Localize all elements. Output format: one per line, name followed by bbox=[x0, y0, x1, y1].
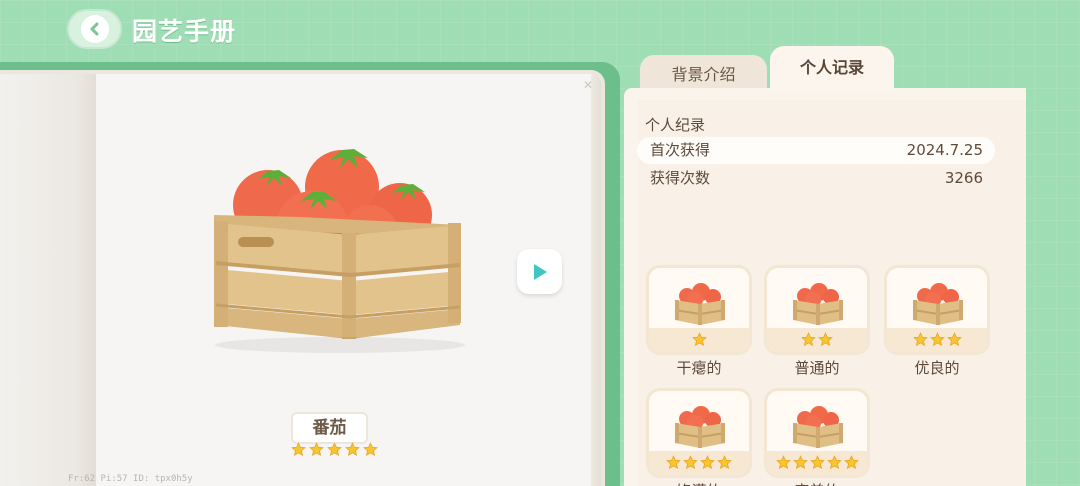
star-icon bbox=[929, 332, 945, 346]
record-key: 获得次数 bbox=[650, 169, 711, 187]
quality-star-rating bbox=[767, 455, 867, 470]
record-section-title: 个人纪录 bbox=[645, 116, 706, 134]
quality-label: 普通的 bbox=[794, 359, 840, 377]
quality-card[interactable] bbox=[764, 265, 870, 355]
book-edge bbox=[591, 74, 601, 486]
tomato-crate-icon bbox=[792, 283, 844, 325]
quality-card[interactable] bbox=[764, 388, 870, 478]
quality-star-rating bbox=[887, 332, 987, 347]
tomato-crate-icon bbox=[912, 283, 964, 325]
star-icon bbox=[843, 455, 859, 469]
quality-label: 干瘪的 bbox=[676, 359, 722, 377]
item-star-rating bbox=[291, 442, 378, 457]
star-icon bbox=[345, 442, 360, 456]
star-icon bbox=[775, 455, 791, 469]
tomato-crate-image bbox=[214, 149, 465, 353]
quality-label: 优良的 bbox=[914, 359, 960, 377]
record-value: 3266 bbox=[944, 169, 983, 187]
corner-mark-icon: ✕ bbox=[582, 78, 593, 92]
quality-star-rating bbox=[649, 455, 749, 470]
star-icon bbox=[327, 442, 342, 456]
tomato-crate-icon bbox=[792, 406, 844, 448]
quality-card[interactable] bbox=[646, 388, 752, 478]
play-arrow-icon bbox=[533, 263, 547, 280]
quality-card[interactable] bbox=[884, 265, 990, 355]
quality-label: 完美的 bbox=[764, 480, 870, 486]
next-item-button[interactable] bbox=[517, 249, 562, 294]
record-row-obtain-count: 获得次数 3266 bbox=[637, 165, 995, 192]
star-icon bbox=[666, 455, 681, 469]
quality-star-rating bbox=[767, 332, 867, 347]
star-icon bbox=[691, 332, 707, 346]
star-icon bbox=[717, 455, 732, 469]
star-icon bbox=[801, 332, 816, 346]
record-key: 首次获得 bbox=[650, 141, 711, 159]
star-icon bbox=[363, 442, 378, 456]
item-name-label: 番茄 bbox=[291, 412, 368, 444]
tomato-crate-icon bbox=[674, 406, 726, 448]
back-circle bbox=[80, 15, 109, 43]
back-button[interactable] bbox=[67, 9, 122, 49]
star-icon bbox=[291, 442, 306, 456]
star-icon bbox=[809, 455, 825, 469]
star-icon bbox=[792, 455, 808, 469]
quality-star-rating bbox=[649, 332, 749, 347]
star-icon bbox=[818, 332, 833, 346]
page-title: 园艺手册 bbox=[132, 17, 237, 46]
tab-personal-record[interactable]: 个人记录 bbox=[770, 46, 894, 92]
tomato-crate-icon bbox=[674, 283, 726, 325]
star-icon bbox=[700, 455, 715, 469]
record-row-first-obtained: 首次获得 2024.7.25 bbox=[637, 137, 995, 164]
debug-info-text: Fr:62 Pi:57 ID: tpx0h5y bbox=[68, 474, 193, 484]
record-value: 2024.7.25 bbox=[906, 141, 983, 159]
star-icon bbox=[309, 442, 324, 456]
chevron-left-icon bbox=[90, 22, 98, 36]
quality-card[interactable] bbox=[646, 265, 752, 355]
star-icon bbox=[912, 332, 928, 346]
quality-label: 饱满的 bbox=[646, 480, 752, 486]
star-icon bbox=[946, 332, 962, 346]
star-icon bbox=[683, 455, 698, 469]
book-spine bbox=[0, 74, 96, 486]
star-icon bbox=[826, 455, 842, 469]
